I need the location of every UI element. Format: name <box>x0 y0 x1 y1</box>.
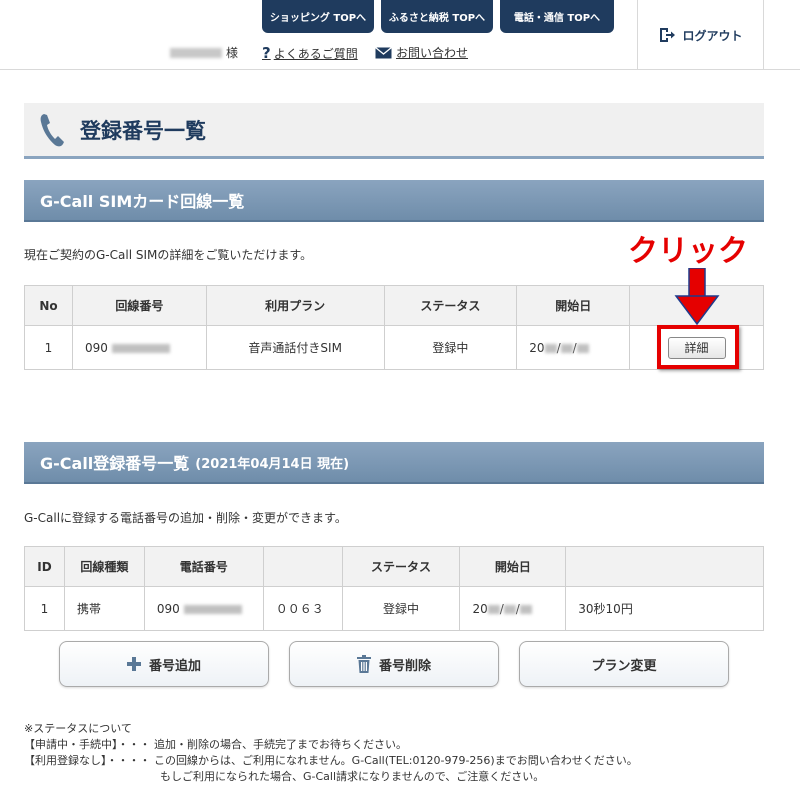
user-suffix: 様 <box>226 46 239 60</box>
mail-icon <box>375 46 392 58</box>
gcall-date-day-blurred <box>519 604 532 614</box>
gcall-section-date: (2021年04月14日 現在) <box>195 456 350 472</box>
table-row: 1 携帯 090 ００６３ 登録中 20// 30秒10円 <box>24 586 764 631</box>
sim-row-no: 1 <box>24 325 73 370</box>
gcall-col-start-date: 開始日 <box>459 546 567 587</box>
gcall-section-description: G-Callに登録する電話番号の追加・削除・変更ができます。 <box>24 511 347 525</box>
user-name: 様 <box>170 44 238 61</box>
phone-icon <box>40 113 64 146</box>
sim-row-start-date: 20// <box>516 325 631 370</box>
sim-date-day-blurred <box>576 343 589 353</box>
table-row: 1 090 音声通話付きSIM 登録中 20// 詳細 <box>24 325 764 370</box>
sim-col-status: ステータス <box>383 285 518 326</box>
notes-heading: ※ステータスについて <box>24 722 132 735</box>
gcall-number-prefix: 090 <box>156 601 180 616</box>
sim-date-prefix: 20 <box>529 340 545 355</box>
notes-line-1: 【申請中・手続中】・・・ 追加・削除の場合、手続完了までお待ちください。 <box>24 738 407 751</box>
gcall-col-number: 電話番号 <box>143 546 264 587</box>
delete-number-button[interactable]: 番号削除 <box>289 641 499 687</box>
gcall-row-start-date: 20// <box>459 586 567 631</box>
gcall-section-title: G-Call登録番号一覧 <box>40 454 190 473</box>
page-title: 登録番号一覧 <box>80 118 206 143</box>
add-number-button[interactable]: 番号追加 <box>59 641 269 687</box>
delete-number-label: 番号削除 <box>378 658 431 674</box>
page-title-bar: 登録番号一覧 <box>24 103 764 159</box>
detail-highlight-frame <box>657 325 739 369</box>
trash-icon <box>356 655 371 673</box>
sim-section-description: 現在ご契約のG-Call SIMの詳細をご覧いただけます。 <box>24 248 313 262</box>
contact-label: お問い合わせ <box>396 46 469 60</box>
sim-number-blurred <box>111 343 170 353</box>
sim-row-number: 090 <box>71 325 207 370</box>
tab-furusato-top[interactable]: ふるさと納税 TOPへ <box>381 0 493 33</box>
gcall-table-header-row: ID 回線種類 電話番号 ステータス 開始日 <box>24 546 764 587</box>
sim-row-plan: 音声通話付きSIM <box>205 325 385 370</box>
gcall-row-code: ００６３ <box>262 586 343 631</box>
gcall-col-id: ID <box>24 546 65 587</box>
gcall-row-status: 登録中 <box>341 586 461 631</box>
logout-button[interactable]: ログアウト <box>637 0 764 70</box>
gcall-col-type: 回線種類 <box>63 546 145 587</box>
site-header: ショッピング TOPへ ふるさと納税 TOPへ 電話・通信 TOPへ 様 ? よ… <box>0 0 800 70</box>
sim-table-header-row: No 回線番号 利用プラン ステータス 開始日 <box>24 285 764 326</box>
sim-col-start-date: 開始日 <box>516 285 631 326</box>
gcall-number-blurred <box>183 604 242 614</box>
sim-col-number: 回線番号 <box>71 285 207 326</box>
gcall-date-year-blurred <box>487 604 500 614</box>
gcall-row-id: 1 <box>24 586 65 631</box>
down-arrow-icon <box>674 268 720 326</box>
gcall-col-code <box>262 546 343 587</box>
faq-label: よくあるご質問 <box>273 46 358 61</box>
sim-section-title: G-Call SIMカード回線一覧 <box>40 192 245 211</box>
gcall-row-type: 携帯 <box>63 586 145 631</box>
logout-icon <box>660 28 676 42</box>
sim-col-plan: 利用プラン <box>205 285 385 326</box>
gcall-table: ID 回線種類 電話番号 ステータス 開始日 1 携帯 090 ００６３ 登録中… <box>24 546 764 631</box>
sim-section-header: G-Call SIMカード回線一覧 <box>24 180 764 222</box>
change-plan-label: プラン変更 <box>591 658 657 674</box>
contact-link[interactable]: お問い合わせ <box>375 44 468 61</box>
sim-number-prefix: 090 <box>84 340 108 355</box>
notes-line-3: もしご利用になられた場合、G-Call請求になりませんので、ご注意ください。 <box>160 770 545 783</box>
question-icon: ? <box>262 44 271 62</box>
faq-link[interactable]: ? よくあるご質問 <box>262 44 358 62</box>
logout-label: ログアウト <box>682 28 743 43</box>
gcall-date-prefix: 20 <box>472 601 488 616</box>
tab-shopping-top[interactable]: ショッピング TOPへ <box>262 0 374 33</box>
sim-date-month-blurred <box>560 343 573 353</box>
gcall-section-header: G-Call登録番号一覧 (2021年04月14日 現在) <box>24 442 764 484</box>
gcall-col-plan <box>565 546 764 587</box>
sim-date-year-blurred <box>544 343 557 353</box>
gcall-date-month-blurred <box>503 604 516 614</box>
notes-line-2: 【利用登録なし】・・・・ この回線からは、ご利用になれません。G-Call(TE… <box>24 754 638 767</box>
gcall-row-number: 090 <box>143 586 264 631</box>
click-annotation: クリック <box>628 234 748 269</box>
plus-icon <box>126 657 141 671</box>
user-name-blurred <box>170 47 222 58</box>
status-notes: ※ステータスについて 【申請中・手続中】・・・ 追加・削除の場合、手続完了までお… <box>24 721 638 785</box>
sim-row-status: 登録中 <box>383 325 518 370</box>
add-number-label: 番号追加 <box>148 658 201 674</box>
change-plan-button[interactable]: プラン変更 <box>519 641 729 687</box>
sim-table: No 回線番号 利用プラン ステータス 開始日 1 090 音声通話付きSIM … <box>24 285 764 370</box>
tab-phone-top[interactable]: 電話・通信 TOPへ <box>500 0 614 33</box>
gcall-row-plan: 30秒10円 <box>565 586 764 631</box>
gcall-col-status: ステータス <box>341 546 461 587</box>
sim-col-no: No <box>24 285 73 326</box>
